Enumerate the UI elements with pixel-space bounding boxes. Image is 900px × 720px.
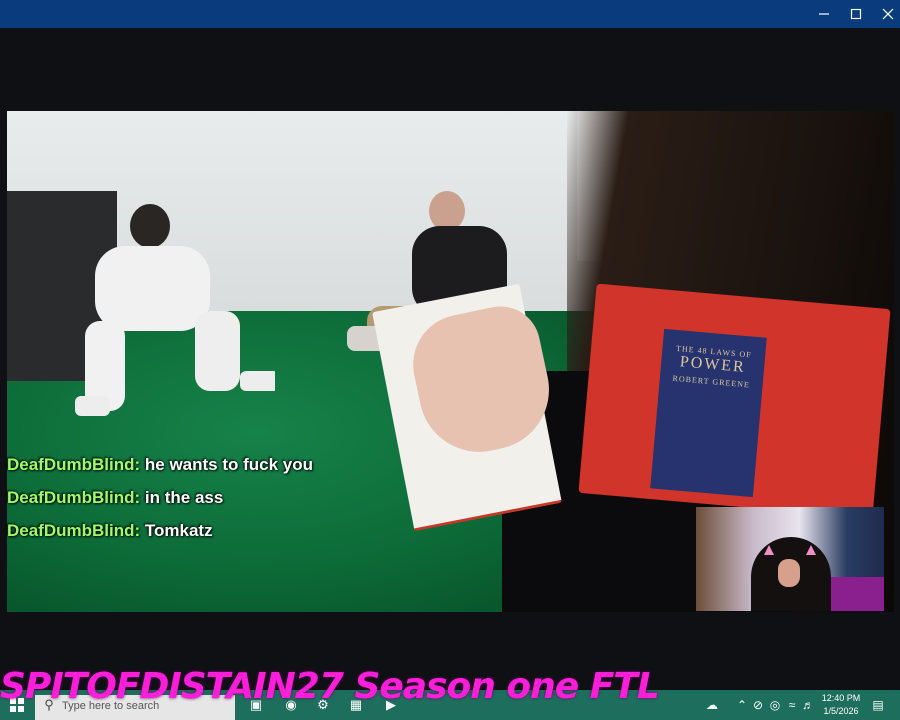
maximize-icon — [850, 8, 862, 20]
chat-username: DeafDumbBlind: — [7, 521, 141, 540]
taskbar-clock[interactable]: 12:40 PM 1/5/2026 — [816, 692, 866, 718]
window-titlebar — [0, 0, 900, 28]
close-icon — [882, 8, 894, 20]
webcam-face — [778, 559, 800, 587]
chat-message: DeafDumbBlind: Tomkatz — [7, 521, 213, 541]
microphone-icon[interactable]: ◎ — [768, 694, 782, 716]
chat-text: Tomkatz — [140, 521, 213, 540]
stream-title-overlay: SPITOFDISTAIN27 Season one FTL — [0, 666, 660, 707]
clock-time: 12:40 PM — [821, 693, 861, 703]
minimize-button[interactable] — [807, 0, 841, 28]
volume-icon[interactable]: ♬ — [801, 694, 815, 716]
chat-text: in the ass — [140, 488, 224, 507]
chat-message: DeafDumbBlind: he wants to fuck you — [7, 455, 313, 475]
seated-person-white — [75, 204, 275, 416]
webcam-blanket — [826, 577, 884, 611]
chevron-up-icon[interactable]: ⌃ — [735, 694, 749, 716]
close-button[interactable] — [871, 0, 900, 28]
cat-ear-left — [764, 545, 774, 555]
notifications-icon[interactable]: ▤ — [870, 694, 886, 716]
chat-text: he wants to fuck you — [140, 455, 314, 474]
network-off-icon[interactable]: ⊘ — [751, 694, 765, 716]
chat-username: DeafDumbBlind: — [7, 488, 141, 507]
cat-ear-right — [806, 545, 816, 555]
minimize-icon — [819, 13, 829, 15]
weather-icon[interactable]: ☁ — [701, 694, 723, 716]
book-cover: THE 48 LAWS OF POWER ROBERT GREENE — [650, 328, 767, 498]
clock-date: 1/5/2026 — [823, 706, 859, 716]
maximize-button[interactable] — [839, 0, 873, 28]
webcam-overlay — [696, 507, 884, 611]
chat-username: DeafDumbBlind: — [7, 455, 141, 474]
chat-message: DeafDumbBlind: in the ass — [7, 488, 223, 508]
wifi-icon[interactable]: ≈ — [785, 694, 799, 716]
